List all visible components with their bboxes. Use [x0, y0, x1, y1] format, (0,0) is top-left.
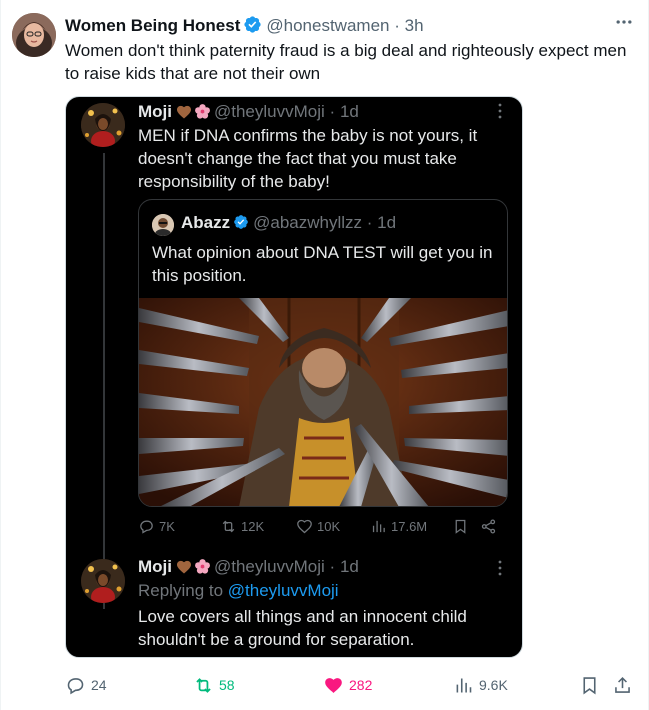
bookmark-icon: [455, 519, 466, 534]
quoted-text: What opinion about DNA TEST will get you…: [152, 243, 493, 285]
embedded-reply-count: 7K: [159, 518, 175, 534]
views-chart-icon: [456, 678, 472, 692]
quoted-post: Abazz @abazwhyllzz · 1d What opinion abou…: [138, 199, 508, 507]
reply-text: Love covers all things and an innocent c…: [138, 607, 467, 649]
verified-badge-icon: [234, 215, 248, 229]
heart-filled-icon: [325, 677, 342, 693]
verified-badge-icon: [244, 16, 261, 33]
share-upload-icon: [615, 676, 630, 693]
repost-button[interactable]: 58: [193, 673, 235, 697]
embedded-time: 1d: [339, 102, 359, 121]
embedded-repost-count: 12K: [241, 518, 265, 534]
embedded-author-name: Moji: [138, 102, 172, 121]
post-action-bar: 24 58 282 9.6K: [65, 673, 637, 697]
brown-heart-icon: [177, 560, 191, 574]
more-options-button[interactable]: [612, 12, 636, 36]
post-header: Women Being Honest @honestwamen · 3h: [65, 15, 424, 37]
replying-to-label: Replying to: [138, 581, 224, 600]
embedded-bookmark: [452, 515, 473, 537]
reply-author-name: Moji: [138, 557, 172, 576]
embedded-share: [480, 515, 501, 537]
separator-dot: ·: [394, 16, 400, 35]
reply-handle: @theyluvvMoji: [214, 557, 325, 576]
brown-heart-icon: [177, 105, 191, 119]
embedded-views-stat: 17.6M: [370, 515, 427, 537]
embedded-post-header: Moji @theyluvvMoji · 1d: [138, 101, 359, 123]
bookmark-icon: [583, 676, 596, 694]
reply-avatar: [81, 559, 125, 603]
reply-time: 1d: [339, 557, 359, 576]
share-button[interactable]: [612, 673, 638, 697]
repost-icon: [196, 677, 211, 693]
quoted-avatar: [152, 214, 174, 236]
post-text: Women don't think paternity fraud is a b…: [65, 41, 627, 83]
like-button[interactable]: 282: [323, 673, 372, 697]
reply-icon: [140, 520, 153, 534]
thread-line: [103, 153, 105, 609]
quoted-media-image: [139, 298, 507, 506]
embedded-post-text: MEN if DNA confirms the baby is not your…: [138, 126, 478, 191]
post-container[interactable]: Women Being Honest @honestwamen · 3h Wome…: [0, 0, 649, 710]
separator-dot: ·: [366, 213, 373, 232]
separator-dot: ·: [329, 557, 336, 576]
embedded-handle: @theyluvvMoji: [214, 102, 325, 121]
embedded-like-count: 10K: [317, 518, 341, 534]
embedded-reply-stat: 7K: [138, 515, 175, 537]
more-horizontal-icon: [616, 20, 632, 24]
reply-count: 24: [91, 677, 107, 693]
reply-icon: [67, 677, 84, 694]
embedded-avatar: [81, 103, 125, 147]
cherry-blossom-icon: [195, 559, 210, 574]
quoted-header: Abazz @abazwhyllzz · 1d: [181, 212, 396, 234]
embedded-repost-stat: 12K: [220, 515, 264, 537]
repost-count: 58: [219, 677, 235, 693]
reply-button[interactable]: 24: [65, 673, 107, 697]
embedded-like-stat: 10K: [296, 515, 340, 537]
views-button[interactable]: 9.6K: [453, 673, 508, 697]
attached-image[interactable]: Moji @theyluvvMoji · 1d MEN if DNA confir…: [65, 96, 523, 658]
reply-header: Moji @theyluvvMoji · 1d: [138, 556, 359, 578]
separator-dot: ·: [329, 102, 336, 121]
views-chart-icon: [372, 520, 385, 532]
quoted-author-name: Abazz: [181, 213, 231, 232]
share-icon: [481, 518, 496, 534]
post-time[interactable]: 3h: [405, 16, 424, 35]
cherry-blossom-icon: [195, 104, 210, 119]
reply-more-icon: [495, 560, 505, 576]
like-count: 282: [349, 677, 373, 693]
embedded-views-count: 17.6M: [391, 518, 428, 534]
author-name[interactable]: Women Being Honest: [65, 16, 240, 35]
bookmark-button[interactable]: [579, 673, 605, 697]
avatar[interactable]: [12, 13, 56, 57]
replying-to-mention: @theyluvvMoji: [227, 581, 339, 600]
heart-icon: [297, 519, 312, 533]
embedded-more-icon: [495, 103, 505, 119]
views-count: 9.6K: [479, 677, 508, 693]
quoted-time: 1d: [377, 213, 397, 232]
author-handle[interactable]: @honestwamen: [266, 16, 389, 35]
replying-to-line: Replying to @theyluvvMoji: [138, 579, 513, 602]
embedded-action-bar: 7K 12K 10K 17.6M: [138, 515, 508, 537]
quoted-handle: @abazwhyllzz: [253, 213, 363, 232]
repost-icon: [222, 520, 235, 532]
